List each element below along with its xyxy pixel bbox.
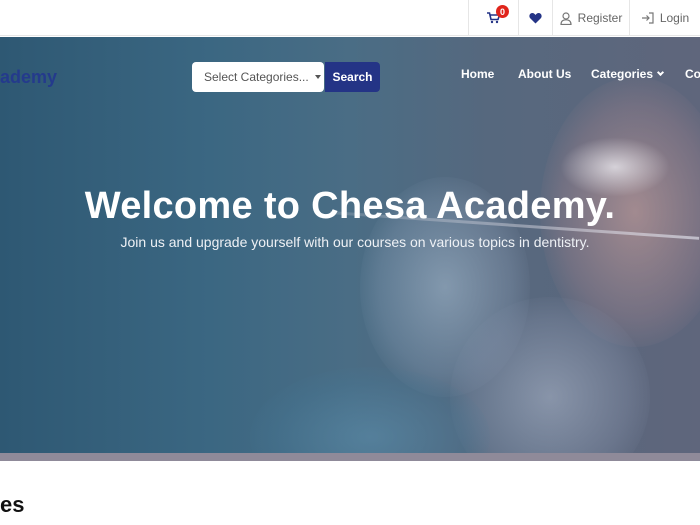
cart-count-badge: 0 [496,5,509,18]
nav-contact[interactable]: Co [685,67,700,81]
hero-divider [0,453,700,461]
nav-categories-label: Categories [591,67,654,81]
chevron-down-icon [656,68,665,77]
wishlist-button[interactable] [518,0,552,36]
login-link[interactable]: Login [629,0,700,36]
nav-home[interactable]: Home [461,67,494,81]
user-icon [560,11,572,25]
login-icon [641,12,654,24]
section-heading: es [0,492,25,517]
category-select-value: Select Categories... [204,70,309,84]
search-button[interactable]: Search [325,62,380,92]
hero-title: Welcome to Chesa Academy. [84,185,616,227]
cart-button[interactable] [468,0,518,36]
register-link[interactable]: Register [552,0,629,36]
nav-categories[interactable]: Categories [591,67,665,81]
site-logo[interactable]: ademy [0,67,57,88]
hero-banner: ademy Select Categories... Search Home A… [0,37,700,453]
hero-subtitle: Join us and upgrade yourself with our co… [120,234,590,250]
register-label: Register [577,11,623,25]
category-select[interactable]: Select Categories... [192,62,324,92]
top-utility-bar: 0 Register Login [0,0,700,36]
caret-down-icon [314,75,321,79]
login-label: Login [659,11,690,25]
nav-about-us[interactable]: About Us [518,67,571,81]
heart-icon [529,13,542,24]
